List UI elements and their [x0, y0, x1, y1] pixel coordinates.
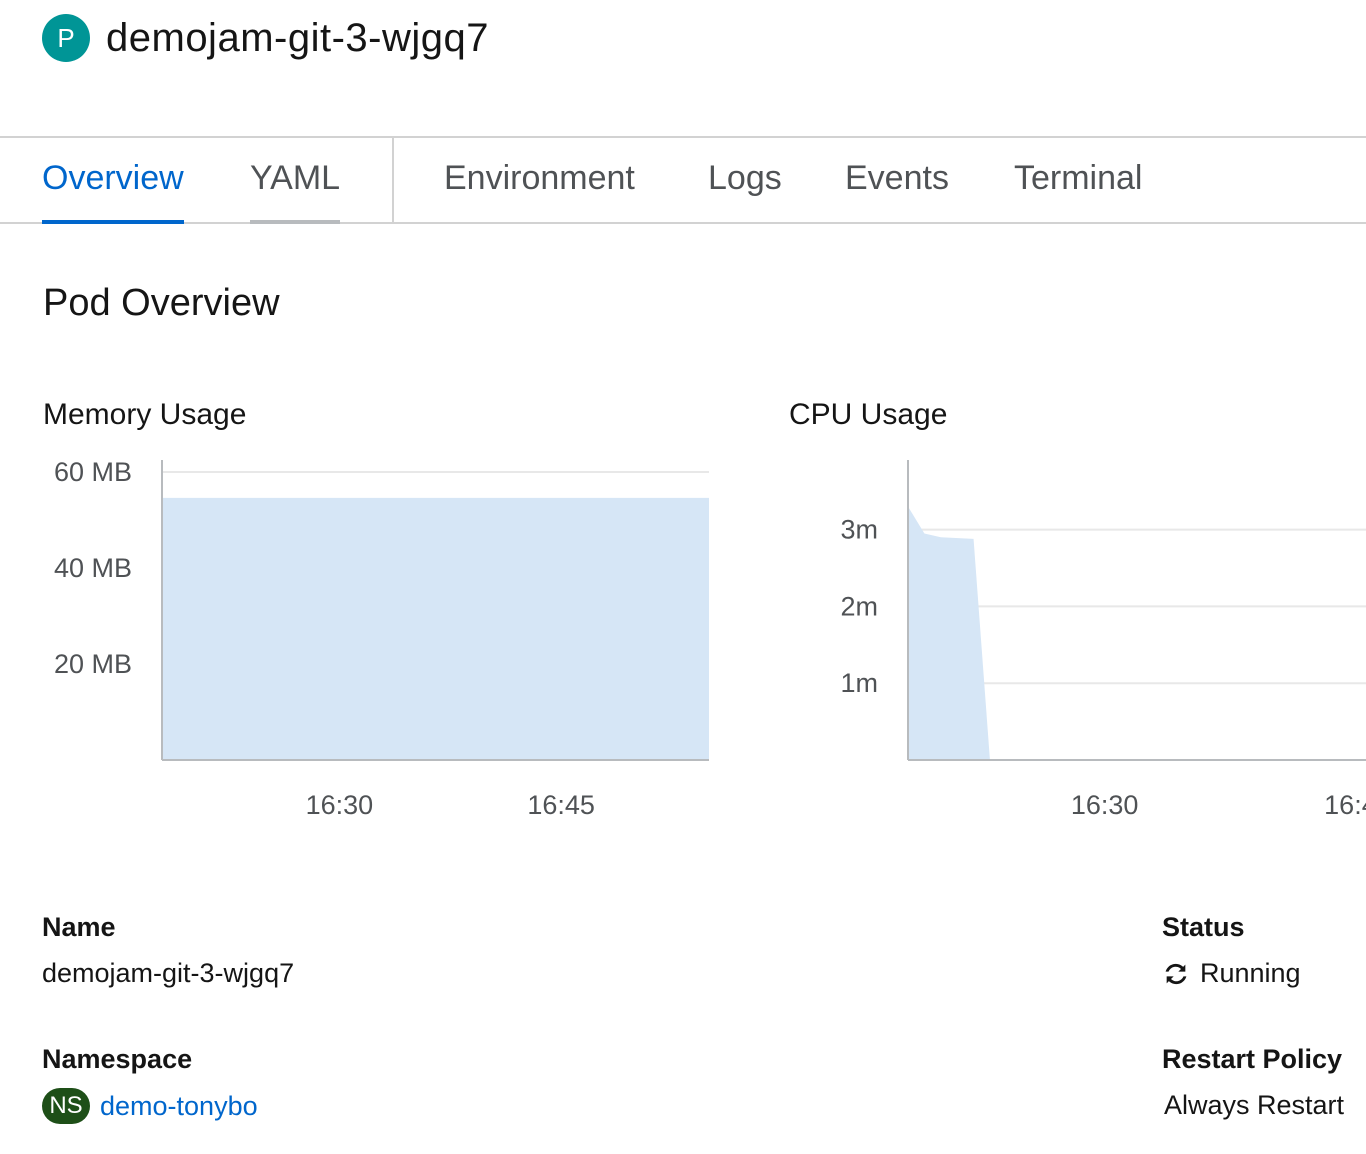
- tab-hover-indicator: [250, 220, 341, 224]
- tab-bar: Overview YAML Environment Logs Events Te…: [0, 136, 1366, 224]
- restart-policy-text: Always Restart: [1164, 1090, 1345, 1120]
- y-tick-label: 2m: [840, 591, 878, 621]
- y-tick-label: 1m: [840, 668, 878, 698]
- sync-icon: [1165, 963, 1187, 984]
- status-text: Running: [1200, 958, 1301, 988]
- status-label: Status: [1162, 912, 1245, 942]
- name-value: demojam-git-3-wjgq7: [42, 958, 294, 989]
- y-tick-label: 40 MB: [54, 553, 132, 583]
- y-tick-label: 20 MB: [54, 649, 132, 679]
- y-tick-label: 3m: [840, 515, 878, 545]
- tab-terminal-label: Terminal: [1014, 159, 1143, 197]
- pod-resource-badge: P: [42, 14, 90, 62]
- tab-yaml-label: YAML: [250, 159, 341, 197]
- x-tick-label: 16:30: [1071, 790, 1139, 820]
- tab-overview[interactable]: Overview: [42, 138, 184, 224]
- x-tick-label: 16:30: [306, 790, 374, 820]
- tab-logs-label: Logs: [708, 159, 782, 197]
- memory-usage-chart: 20 MB 40 MB 60 MB 16:30 16:45: [54, 457, 709, 820]
- tab-yaml[interactable]: YAML: [250, 138, 341, 224]
- namespace-label: Namespace: [42, 1044, 193, 1074]
- section-title: Pod Overview: [43, 282, 280, 324]
- cpu-usage-chart: 1m 2m 3m 16:30 16:4: [840, 460, 1366, 820]
- restart-policy-value: Always Restart: [1164, 1090, 1344, 1121]
- namespace-link[interactable]: demo-tonybo: [100, 1091, 258, 1122]
- tab-events-label: Events: [845, 159, 949, 197]
- x-tick-label: 16:4: [1324, 790, 1366, 820]
- name-label: Name: [42, 912, 116, 942]
- namespace-badge: NS: [42, 1088, 90, 1124]
- pod-details-page: P demojam-git-3-wjgq7 Overview YAML Envi…: [0, 0, 1366, 1154]
- tab-logs[interactable]: Logs: [708, 138, 782, 222]
- y-tick-label: 60 MB: [54, 457, 132, 487]
- tab-environment[interactable]: Environment: [444, 138, 635, 222]
- tab-terminal[interactable]: Terminal: [1014, 138, 1142, 222]
- tab-active-indicator: [42, 220, 184, 224]
- tab-divider: [392, 138, 394, 222]
- name-value-text: demojam-git-3-wjgq7: [42, 958, 295, 988]
- namespace-value: NS demo-tonybo: [42, 1088, 258, 1124]
- tab-environment-label: Environment: [444, 159, 635, 197]
- page-header: P demojam-git-3-wjgq7: [42, 14, 489, 62]
- tab-events[interactable]: Events: [845, 138, 949, 222]
- cpu-chart-title: CPU Usage: [789, 398, 948, 431]
- series-area: [908, 506, 990, 760]
- restart-policy-label: Restart Policy: [1162, 1044, 1343, 1074]
- series-area: [162, 497, 709, 760]
- tab-overview-label: Overview: [42, 159, 184, 197]
- status-value: Running: [1162, 958, 1301, 989]
- memory-chart-title: Memory Usage: [43, 398, 247, 431]
- x-tick-label: 16:45: [527, 790, 595, 820]
- page-title: demojam-git-3-wjgq7: [106, 15, 489, 60]
